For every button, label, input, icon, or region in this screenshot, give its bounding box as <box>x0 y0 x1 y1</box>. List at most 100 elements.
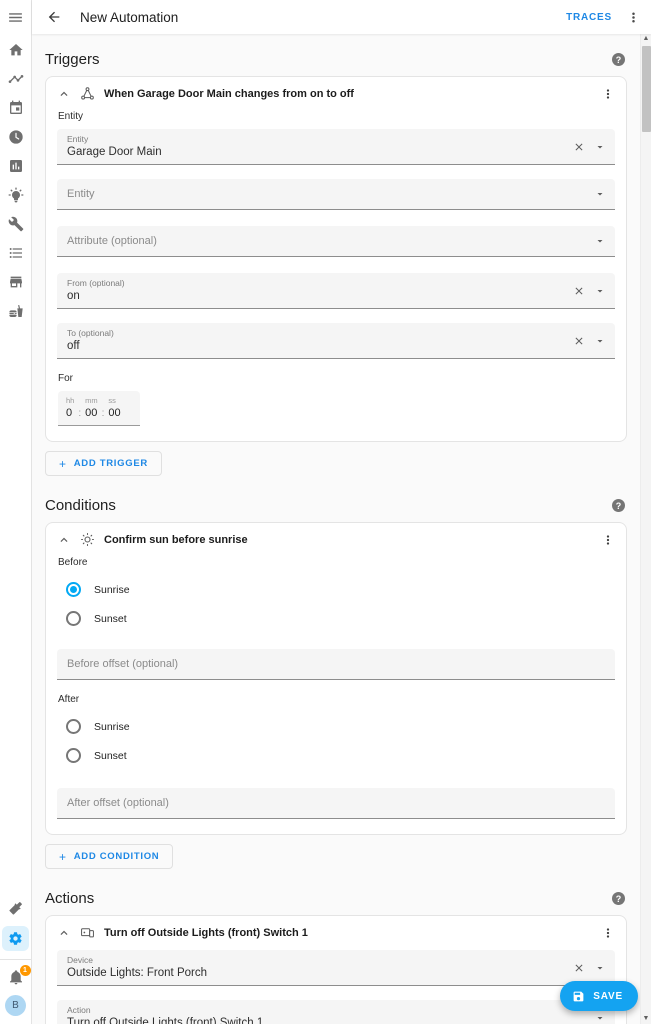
action-card-header[interactable]: Turn off Outside Lights (front) Switch 1 <box>57 925 615 940</box>
notification-badge: 1 <box>19 965 31 976</box>
field-label: Device <box>67 955 93 965</box>
collapse-chevron-icon[interactable] <box>57 87 71 101</box>
conditions-heading: Conditions <box>45 497 116 514</box>
triggers-heading: Triggers <box>45 51 100 68</box>
save-label: SAVE <box>593 990 623 1002</box>
dropdown-caret-icon[interactable] <box>594 235 606 247</box>
field-placeholder: Attribute (optional) <box>67 234 157 247</box>
dropdown-caret-icon[interactable] <box>594 285 606 297</box>
device-action-icon <box>81 928 94 938</box>
trigger-title: When Garage Door Main changes from on to… <box>104 87 354 100</box>
chart-box-icon[interactable] <box>8 158 24 174</box>
action-title: Turn off Outside Lights (front) Switch 1 <box>104 926 308 939</box>
actions-help-icon[interactable]: ? <box>612 892 625 905</box>
add-condition-button[interactable]: + ADD CONDITION <box>45 844 174 869</box>
trigger-menu-icon[interactable] <box>601 87 615 101</box>
hh-label: hh <box>66 396 75 405</box>
timeline-icon[interactable] <box>8 71 24 87</box>
overflow-menu-icon[interactable] <box>626 10 641 25</box>
clear-icon[interactable] <box>573 285 585 297</box>
clear-icon[interactable] <box>573 141 585 153</box>
todo-list-icon[interactable] <box>8 245 24 261</box>
before-offset-field[interactable]: Before offset (optional) <box>57 649 615 680</box>
device-field[interactable]: Device Outside Lights: Front Porch <box>57 950 615 986</box>
calendar-icon[interactable] <box>8 100 24 116</box>
developer-tools-hammer-icon[interactable] <box>8 900 24 916</box>
collapse-chevron-icon[interactable] <box>57 533 71 547</box>
dropdown-caret-icon[interactable] <box>594 335 606 347</box>
dropdown-caret-icon[interactable] <box>594 188 606 200</box>
hh-value[interactable]: 0 <box>66 407 72 419</box>
page-title: New Automation <box>80 9 179 25</box>
entity-section-label: Entity <box>58 111 84 122</box>
collapse-chevron-icon[interactable] <box>57 926 71 940</box>
action-field[interactable]: Action Turn off Outside Lights (front) S… <box>57 1000 615 1024</box>
condition-card-header[interactable]: Confirm sun before sunrise <box>57 532 615 547</box>
history-clock-icon[interactable] <box>8 129 24 145</box>
scroll-up-icon[interactable]: ▲ <box>643 34 650 44</box>
condition-menu-icon[interactable] <box>601 533 615 547</box>
save-button[interactable]: SAVE <box>560 981 638 1011</box>
clear-icon[interactable] <box>573 335 585 347</box>
after-sunrise-radio[interactable]: Sunrise <box>57 712 615 741</box>
settings-active-item[interactable] <box>2 926 29 951</box>
field-label: From (optional) <box>67 278 125 288</box>
store-icon[interactable] <box>8 274 24 290</box>
dropdown-caret-icon[interactable] <box>594 141 606 153</box>
add-trigger-button[interactable]: + ADD TRIGGER <box>45 451 162 476</box>
add-condition-label: ADD CONDITION <box>73 851 160 862</box>
back-arrow-icon[interactable] <box>46 9 62 25</box>
field-label: Action <box>67 1005 91 1015</box>
wrench-icon[interactable] <box>8 216 24 232</box>
before-sunset-radio[interactable]: Sunset <box>57 604 615 633</box>
before-label: Before <box>58 557 88 568</box>
radio-label: Sunrise <box>94 583 130 596</box>
app-sidebar: 1 B <box>0 0 32 1024</box>
hamburger-menu-icon[interactable] <box>7 0 24 36</box>
dropdown-caret-icon[interactable] <box>594 1012 606 1024</box>
plus-icon: + <box>59 456 67 471</box>
food-icon[interactable] <box>8 303 24 319</box>
notifications-bell-icon[interactable]: 1 <box>8 965 31 985</box>
sidebar-divider <box>0 959 31 960</box>
state-trigger-icon <box>81 87 94 100</box>
trigger-card-header[interactable]: When Garage Door Main changes from on to… <box>57 86 615 101</box>
home-icon[interactable] <box>8 42 24 58</box>
sidebar-bottom: 1 B <box>0 900 31 1024</box>
scroll-down-icon[interactable]: ▼ <box>643 1014 650 1024</box>
actions-heading: Actions <box>45 890 95 907</box>
trigger-card: When Garage Door Main changes from on to… <box>45 76 627 442</box>
field-label: Entity <box>67 134 89 144</box>
field-placeholder: After offset (optional) <box>67 796 169 809</box>
conditions-help-icon[interactable]: ? <box>612 499 625 512</box>
ss-value[interactable]: 00 <box>108 407 120 419</box>
scrollbar[interactable]: ▲ ▼ <box>640 34 651 1024</box>
after-sunset-radio[interactable]: Sunset <box>57 741 615 770</box>
field-value: off <box>67 340 80 352</box>
user-avatar[interactable]: B <box>5 995 26 1016</box>
dropdown-caret-icon[interactable] <box>594 962 606 974</box>
before-sunrise-radio[interactable]: Sunrise <box>57 575 615 604</box>
scrollbar-thumb[interactable] <box>641 46 651 132</box>
to-field[interactable]: To (optional) off <box>57 323 615 359</box>
clear-icon[interactable] <box>573 962 585 974</box>
lightbulb-icon[interactable] <box>8 187 24 203</box>
traces-button[interactable]: TRACES <box>566 12 612 23</box>
sun-icon <box>81 533 94 546</box>
condition-title: Confirm sun before sunrise <box>104 533 248 546</box>
radio-checked-icon <box>66 582 81 597</box>
triggers-help-icon[interactable]: ? <box>612 53 625 66</box>
attribute-field[interactable]: Attribute (optional) <box>57 226 615 257</box>
from-field[interactable]: From (optional) on <box>57 273 615 309</box>
field-label: To (optional) <box>67 328 114 338</box>
after-offset-field[interactable]: After offset (optional) <box>57 788 615 819</box>
field-placeholder: Before offset (optional) <box>67 657 179 670</box>
action-menu-icon[interactable] <box>601 926 615 940</box>
entity-field[interactable]: Entity Garage Door Main <box>57 129 615 165</box>
entity-empty-field[interactable]: Entity <box>57 179 615 210</box>
duration-colon: : <box>101 408 105 419</box>
automation-editor: Triggers ? When Garage Door Main changes… <box>32 34 640 1024</box>
radio-unchecked-icon <box>66 611 81 626</box>
duration-input[interactable]: hh 0 : mm 00 : ss 00 <box>58 391 140 426</box>
mm-value[interactable]: 00 <box>85 407 97 419</box>
